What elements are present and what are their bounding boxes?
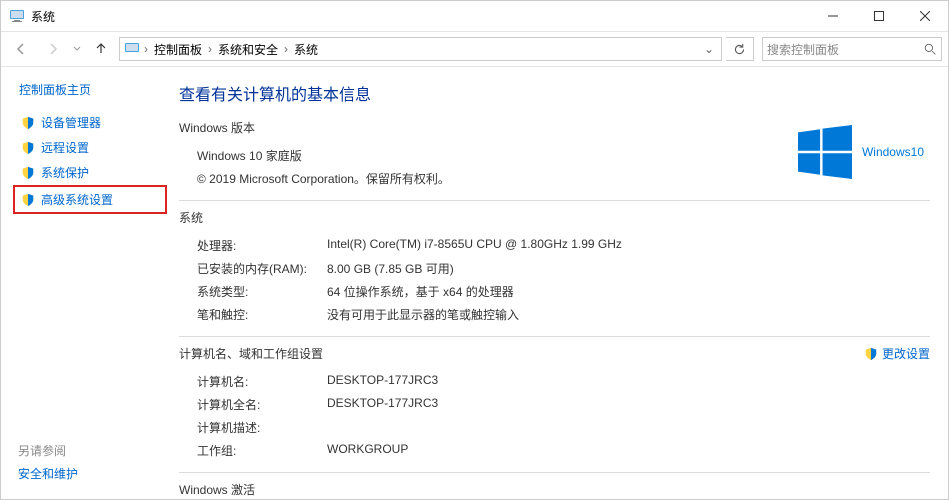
search-placeholder: 搜索控制面板 (767, 41, 839, 58)
shield-icon (21, 166, 35, 180)
cpu-label: 处理器: (197, 237, 327, 254)
see-also-header: 另请参阅 (18, 442, 78, 459)
system-icon (9, 8, 25, 24)
type-value: 64 位操作系统，基于 x64 的处理器 (327, 283, 514, 300)
section-header: 计算机名、域和工作组设置 (179, 345, 930, 362)
main-content: 查看有关计算机的基本信息 Windows10 Windows 版本 Window… (171, 67, 948, 499)
pen-label: 笔和触控: (197, 306, 327, 323)
navbar: › 控制面板 › 系统和安全 › 系统 ⌄ 搜索控制面板 (1, 31, 948, 67)
breadcrumb-item[interactable]: 控制面板 (150, 38, 206, 60)
up-button[interactable] (87, 35, 115, 63)
close-button[interactable] (902, 1, 948, 31)
shield-icon (21, 193, 35, 207)
back-button[interactable] (7, 35, 35, 63)
computer-section: 更改设置 计算机名、域和工作组设置 计算机名:DESKTOP-177JRC3 计… (179, 345, 930, 473)
type-label: 系统类型: (197, 283, 327, 300)
see-also: 另请参阅 安全和维护 (18, 442, 78, 482)
sidebar-item-device-manager[interactable]: 设备管理器 (19, 110, 163, 135)
cfull-label: 计算机全名: (197, 396, 327, 413)
wg-label: 工作组: (197, 442, 327, 459)
sidebar-item-protection[interactable]: 系统保护 (19, 160, 163, 185)
search-icon (924, 43, 937, 56)
breadcrumb[interactable]: › 控制面板 › 系统和安全 › 系统 ⌄ (119, 37, 722, 61)
page-title: 查看有关计算机的基本信息 (179, 81, 930, 105)
chevron-right-icon[interactable]: › (142, 42, 150, 56)
forward-button[interactable] (39, 35, 67, 63)
window-title: 系统 (31, 8, 55, 25)
activation-section: Windows 激活 Windows 已激活 阅读 Microsoft 软件许可… (179, 481, 930, 499)
section-header: 系统 (179, 209, 930, 226)
cdesc-label: 计算机描述: (197, 419, 327, 436)
edition-value: Windows 10 家庭版 (197, 147, 302, 164)
system-icon (124, 41, 140, 57)
cname-value: DESKTOP-177JRC3 (327, 373, 438, 390)
copyright-value: © 2019 Microsoft Corporation。保留所有权利。 (197, 170, 450, 187)
pen-value: 没有可用于此显示器的笔或触控输入 (327, 306, 519, 323)
shield-icon (21, 116, 35, 130)
titlebar: 系统 (1, 1, 948, 31)
wg-value: WORKGROUP (327, 442, 408, 459)
sidebar: 控制面板主页 设备管理器 远程设置 系统保护 高级系统设置 另请参阅 安全和维护 (1, 67, 171, 499)
ram-label: 已安装的内存(RAM): (197, 260, 327, 277)
control-panel-home-link[interactable]: 控制面板主页 (19, 81, 163, 98)
shield-icon (864, 347, 878, 361)
shield-icon (21, 141, 35, 155)
ram-value: 8.00 GB (7.85 GB 可用) (327, 260, 454, 277)
edition-section: Windows10 Windows 版本 Windows 10 家庭版 © 20… (179, 119, 930, 201)
cpu-value: Intel(R) Core(TM) i7-8565U CPU @ 1.80GHz… (327, 237, 622, 254)
sidebar-item-advanced[interactable]: 高级系统设置 (13, 185, 167, 214)
section-header: Windows 激活 (179, 481, 930, 498)
see-also-link[interactable]: 安全和维护 (18, 465, 78, 482)
minimize-button[interactable] (810, 1, 856, 31)
breadcrumb-item[interactable]: 系统 (290, 38, 322, 60)
search-input[interactable]: 搜索控制面板 (762, 37, 942, 61)
breadcrumb-item[interactable]: 系统和安全 (214, 38, 282, 60)
windows-logo: Windows10 (798, 125, 924, 179)
system-section: 系统 处理器:Intel(R) Core(TM) i7-8565U CPU @ … (179, 209, 930, 337)
change-settings-link[interactable]: 更改设置 (864, 345, 930, 362)
chevron-right-icon[interactable]: › (282, 42, 290, 56)
refresh-button[interactable] (726, 37, 754, 61)
cfull-value: DESKTOP-177JRC3 (327, 396, 438, 413)
cname-label: 计算机名: (197, 373, 327, 390)
maximize-button[interactable] (856, 1, 902, 31)
chevron-down-icon[interactable]: ⌄ (699, 42, 719, 56)
sidebar-item-remote[interactable]: 远程设置 (19, 135, 163, 160)
recent-button[interactable] (71, 35, 83, 63)
chevron-right-icon[interactable]: › (206, 42, 214, 56)
